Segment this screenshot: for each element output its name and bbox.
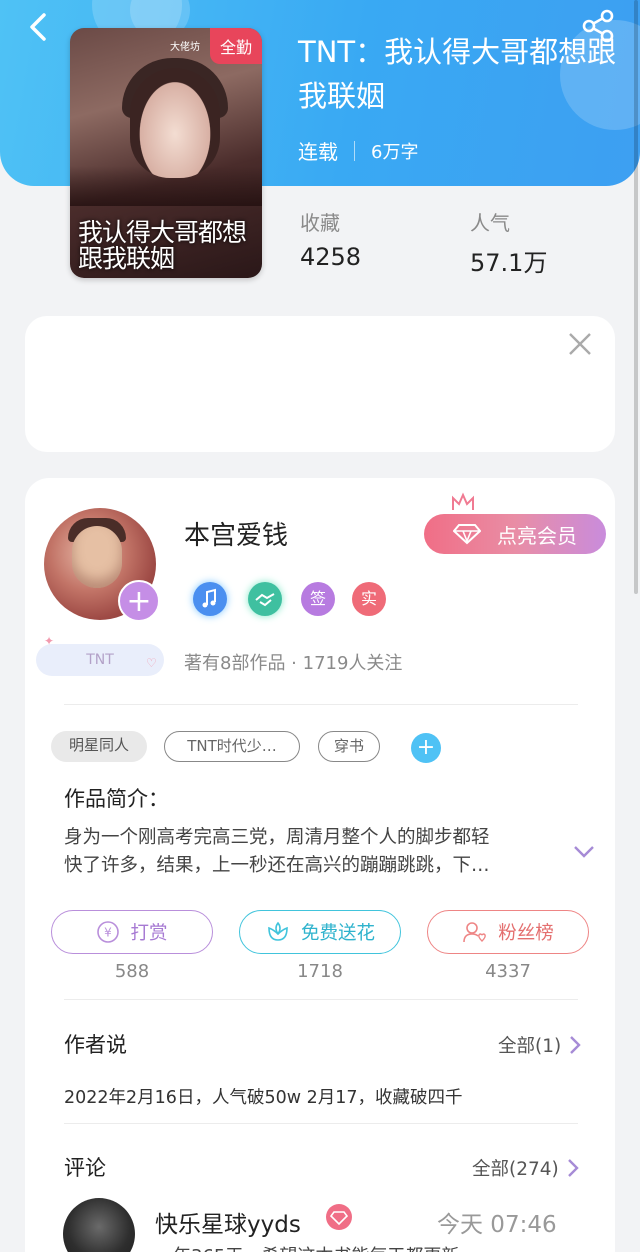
- fan-count: 4337: [485, 961, 531, 982]
- cover-title: 我认得大哥都想跟我联姻: [78, 218, 247, 273]
- vip-button-label: 点亮会员: [497, 523, 577, 548]
- tag-transmigration[interactable]: 穿书: [318, 731, 380, 762]
- activate-vip-button[interactable]: 点亮会员: [424, 514, 606, 554]
- signed-badge[interactable]: 签: [301, 582, 335, 616]
- popularity-value: 57.1万: [470, 249, 548, 277]
- tag-tnt[interactable]: TNT时代少…: [164, 731, 300, 762]
- fan-group-tag[interactable]: TNT: [36, 644, 164, 676]
- follow-plus-button[interactable]: +: [118, 580, 160, 622]
- divider: [64, 999, 578, 1000]
- book-cover[interactable]: 大佬坊 全勤 我认得大哥都想跟我联姻: [70, 28, 262, 278]
- fan-ranking-button[interactable]: 粉丝榜: [427, 910, 589, 954]
- divider: [64, 1123, 578, 1124]
- tip-count: 588: [114, 961, 150, 982]
- back-arrow-icon[interactable]: [22, 10, 56, 44]
- music-note-icon: [202, 588, 216, 608]
- intro-title: 作品简介：: [64, 787, 169, 811]
- verified-badge[interactable]: 实: [352, 582, 386, 616]
- meta-divider: [354, 140, 355, 161]
- popularity-label: 人气: [470, 211, 510, 235]
- word-count: 6万字: [371, 141, 419, 163]
- tag-celebrity-fanfic[interactable]: 明星同人: [51, 731, 147, 762]
- music-note-icon[interactable]: [193, 582, 227, 616]
- cover-publisher: 大佬坊: [170, 42, 200, 53]
- yen-coin-icon: ¥: [97, 921, 120, 943]
- tip-label: 打赏: [130, 923, 168, 944]
- handshake-icon: [255, 593, 275, 607]
- author-works-info: 著有8部作品 · 1719人关注: [184, 653, 403, 674]
- diamond-icon: [453, 524, 481, 545]
- comments-all-label: 全部(274): [472, 1159, 559, 1180]
- author-says-all-label: 全部(1): [498, 1036, 562, 1057]
- author-says-title: 作者说: [64, 1033, 127, 1057]
- heart-icon: ♡: [146, 656, 157, 670]
- fan-user-icon: [463, 922, 487, 943]
- handshake-icon[interactable]: [248, 582, 282, 616]
- intro-text[interactable]: 身为一个刚高考完高三党，周清月整个人的脚步都轻 快了许多，结果，上一秒还在高兴的…: [64, 824, 544, 880]
- free-flower-label: 免费送花: [300, 923, 375, 944]
- chevron-right-icon: [570, 1036, 581, 1054]
- vip-diamond-icon: [326, 1204, 352, 1230]
- flower-icon: [268, 921, 288, 941]
- chevron-right-icon: [567, 1159, 579, 1177]
- cover-art: [130, 68, 220, 178]
- comment-text[interactable]: 一年365天，希望这本书能每天都更新: [155, 1242, 459, 1252]
- crown-icon: [452, 492, 474, 510]
- close-icon[interactable]: [566, 330, 594, 358]
- tip-button[interactable]: ¥ 打赏: [51, 910, 213, 954]
- author-name[interactable]: 本宫爱钱: [184, 515, 288, 552]
- commenter-name[interactable]: 快乐星球yyds: [155, 1205, 301, 1239]
- ad-placeholder-card: [25, 316, 615, 452]
- favorites-value: 4258: [300, 243, 362, 271]
- book-title: TNT：我认得大哥都想跟我联姻: [298, 35, 617, 113]
- intro-line-2: 快了许多，结果，上一秒还在高兴的蹦蹦跳跳，下…: [64, 855, 490, 876]
- sparkle-icon: ✦: [44, 634, 55, 648]
- full-attendance-badge: 全勤: [209, 28, 262, 64]
- fan-ranking-label: 粉丝榜: [498, 923, 554, 944]
- free-flower-button[interactable]: 免费送花: [239, 910, 401, 954]
- comment-time: 今天 07:46: [437, 1212, 557, 1238]
- comments-all-link[interactable]: 全部(274): [472, 1155, 579, 1181]
- favorites-label: 收藏: [300, 211, 340, 235]
- serial-status: 连载: [298, 140, 338, 164]
- svg-text:¥: ¥: [105, 926, 113, 940]
- comments-title: 评论: [64, 1156, 106, 1180]
- intro-line-1: 身为一个刚高考完高三党，周清月整个人的脚步都轻: [64, 827, 490, 848]
- avatar-art: [72, 526, 122, 588]
- author-says-all-link[interactable]: 全部(1): [498, 1032, 581, 1058]
- flower-count: 1718: [297, 961, 343, 982]
- add-tag-button[interactable]: +: [411, 733, 441, 763]
- scrollbar[interactable]: [634, 0, 638, 594]
- author-says-text[interactable]: 2022年2月16日，人气破50w 2月17，收藏破四千: [64, 1084, 462, 1109]
- divider: [64, 704, 578, 705]
- diamond-icon: [329, 1211, 349, 1226]
- chevron-down-icon[interactable]: [572, 842, 596, 862]
- book-meta: 连载 6万字: [298, 136, 418, 165]
